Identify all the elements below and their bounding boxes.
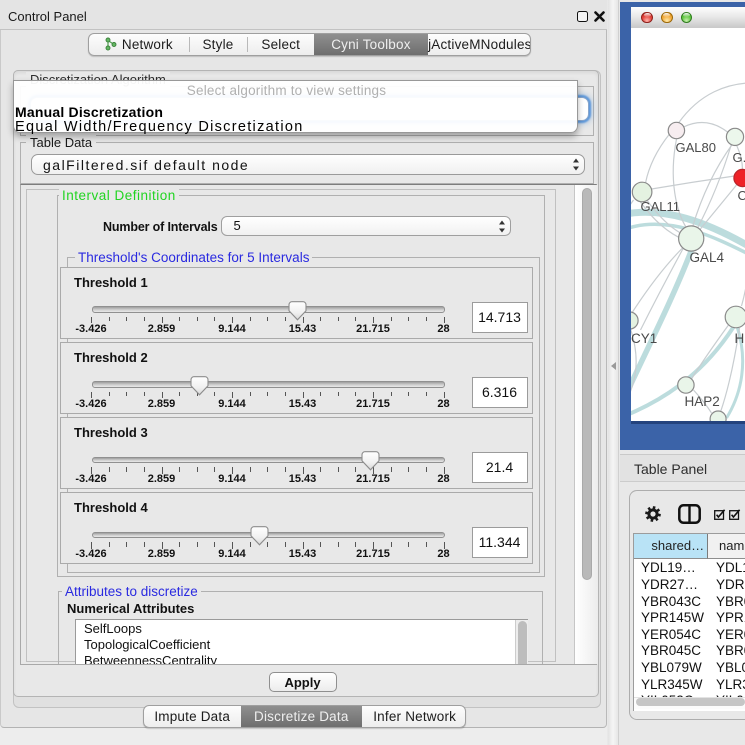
svg-text:GAL80: GAL80: [675, 140, 715, 155]
svg-text:GAL11: GAL11: [640, 199, 680, 214]
svg-text:GAL4: GAL4: [689, 250, 724, 265]
svg-text:G.: G.: [732, 150, 745, 165]
svg-text:GCY1: GCY1: [631, 331, 657, 346]
svg-text:HAP2: HAP2: [684, 394, 719, 409]
svg-text:H: H: [734, 331, 744, 346]
svg-text:C: C: [737, 188, 745, 203]
